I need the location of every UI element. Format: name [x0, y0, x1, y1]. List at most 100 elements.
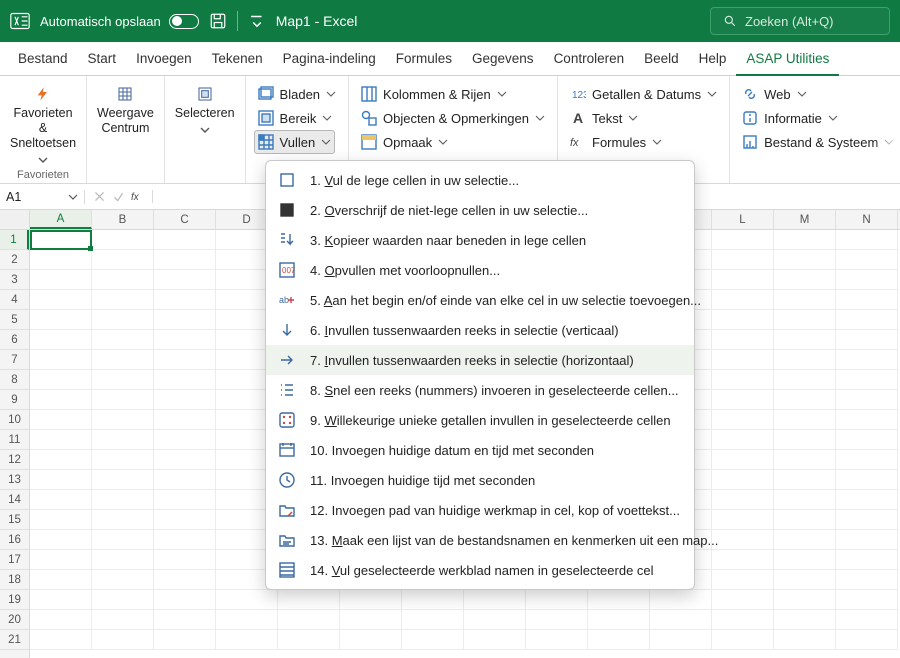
cell[interactable] [836, 290, 898, 310]
cell[interactable] [836, 390, 898, 410]
cell[interactable] [464, 590, 526, 610]
cell[interactable] [712, 470, 774, 490]
cell[interactable] [836, 370, 898, 390]
cell[interactable] [836, 550, 898, 570]
cell[interactable] [774, 590, 836, 610]
row-header[interactable]: 6 [0, 330, 29, 350]
cell[interactable] [712, 350, 774, 370]
cell[interactable] [402, 610, 464, 630]
cell[interactable] [30, 630, 92, 650]
formules-button[interactable]: fx Formules [566, 130, 666, 154]
cell[interactable] [92, 310, 154, 330]
cell[interactable] [340, 630, 402, 650]
cell[interactable] [278, 630, 340, 650]
row-header[interactable]: 14 [0, 490, 29, 510]
cell[interactable] [712, 270, 774, 290]
cell[interactable] [92, 630, 154, 650]
cell[interactable] [30, 570, 92, 590]
column-header[interactable]: A [30, 210, 92, 229]
cell[interactable] [340, 610, 402, 630]
column-header[interactable]: N [836, 210, 898, 229]
cell[interactable] [30, 270, 92, 290]
cell[interactable] [30, 250, 92, 270]
cell[interactable] [836, 510, 898, 530]
cell[interactable] [154, 630, 216, 650]
cell[interactable] [30, 390, 92, 410]
cell[interactable] [836, 310, 898, 330]
row-header[interactable]: 5 [0, 310, 29, 330]
cell[interactable] [712, 570, 774, 590]
cell[interactable] [836, 430, 898, 450]
tab-bestand[interactable]: Bestand [8, 43, 78, 74]
cell[interactable] [340, 590, 402, 610]
cell[interactable] [30, 370, 92, 390]
tekst-button[interactable]: A Tekst [566, 106, 642, 130]
cell[interactable] [836, 350, 898, 370]
cell[interactable] [526, 610, 588, 630]
menu-item[interactable]: 13. Maak een lijst van de bestandsnamen … [266, 525, 694, 555]
row-header[interactable]: 16 [0, 530, 29, 550]
cell[interactable] [154, 250, 216, 270]
cell[interactable] [154, 430, 216, 450]
menu-item[interactable]: 8. Snel een reeks (nummers) invoeren in … [266, 375, 694, 405]
menu-item[interactable]: 7. Invullen tussenwaarden reeks in selec… [266, 345, 694, 375]
cell[interactable] [30, 230, 92, 250]
cell[interactable] [92, 530, 154, 550]
opmaak-button[interactable]: Opmaak [357, 130, 452, 154]
cell[interactable] [92, 490, 154, 510]
cell[interactable] [836, 450, 898, 470]
cell[interactable] [774, 610, 836, 630]
fx-icon[interactable]: fx [131, 190, 144, 203]
cell[interactable] [92, 230, 154, 250]
menu-item[interactable]: 1. Vul de lege cellen in uw selectie... [266, 165, 694, 195]
cell[interactable] [712, 430, 774, 450]
row-header[interactable]: 8 [0, 370, 29, 390]
cell[interactable] [30, 450, 92, 470]
cell[interactable] [154, 530, 216, 550]
cell[interactable] [216, 630, 278, 650]
cell[interactable] [154, 450, 216, 470]
cell[interactable] [30, 290, 92, 310]
cell[interactable] [774, 390, 836, 410]
cell[interactable] [154, 270, 216, 290]
cell[interactable] [774, 550, 836, 570]
web-button[interactable]: Web [738, 82, 811, 106]
cell[interactable] [154, 330, 216, 350]
cell[interactable] [712, 330, 774, 350]
menu-item[interactable]: 10. Invoegen huidige datum en tijd met s… [266, 435, 694, 465]
bereik-button[interactable]: Bereik [254, 106, 337, 130]
cell[interactable] [774, 370, 836, 390]
menu-item[interactable]: ab5. Aan het begin en/of einde van elke … [266, 285, 694, 315]
tab-help[interactable]: Help [689, 43, 737, 74]
tab-formules[interactable]: Formules [386, 43, 462, 74]
cell[interactable] [774, 250, 836, 270]
cell[interactable] [836, 230, 898, 250]
row-header[interactable]: 18 [0, 570, 29, 590]
cell[interactable] [92, 350, 154, 370]
cell[interactable] [92, 510, 154, 530]
vullen-button[interactable]: Vullen [254, 130, 336, 154]
cell[interactable] [30, 490, 92, 510]
cell[interactable] [92, 250, 154, 270]
cell[interactable] [92, 330, 154, 350]
cell[interactable] [650, 590, 712, 610]
informatie-button[interactable]: Informatie [738, 106, 842, 130]
cell[interactable] [278, 590, 340, 610]
menu-item[interactable]: 0074. Opvullen met voorloopnullen... [266, 255, 694, 285]
cell[interactable] [526, 630, 588, 650]
cell[interactable] [92, 390, 154, 410]
row-header[interactable]: 13 [0, 470, 29, 490]
tab-gegevens[interactable]: Gegevens [462, 43, 544, 74]
cell[interactable] [92, 590, 154, 610]
objecten-opmerkingen-button[interactable]: Objecten & Opmerkingen [357, 106, 549, 130]
cell[interactable] [712, 290, 774, 310]
row-header[interactable]: 10 [0, 410, 29, 430]
cell[interactable] [774, 350, 836, 370]
cell[interactable] [712, 590, 774, 610]
cell[interactable] [774, 330, 836, 350]
menu-item[interactable]: 12. Invoegen pad van huidige werkmap in … [266, 495, 694, 525]
tab-asap-utilities[interactable]: ASAP Utilities [736, 43, 839, 76]
cell[interactable] [774, 290, 836, 310]
name-box[interactable]: A1 [0, 190, 85, 204]
menu-item[interactable]: 3. Kopieer waarden naar beneden in lege … [266, 225, 694, 255]
